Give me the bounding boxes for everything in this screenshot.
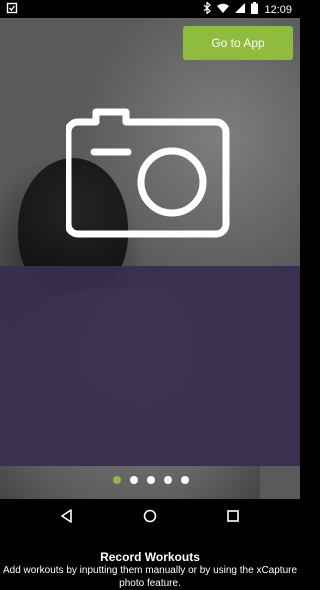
status-bar: 12:09: [0, 0, 300, 18]
status-time: 12:09: [264, 3, 292, 16]
battery-icon: [251, 2, 259, 17]
page-indicator: [113, 476, 189, 484]
page-dot-2[interactable]: [130, 476, 138, 484]
wifi-icon: [217, 3, 230, 16]
page-dot-5[interactable]: [181, 476, 189, 484]
slide-description: Add workouts by inputting them manually …: [0, 564, 300, 590]
clipboard-check-icon: [6, 2, 18, 17]
page-dot-4[interactable]: [164, 476, 172, 484]
go-to-app-button[interactable]: Go to App: [183, 26, 293, 60]
page-dot-3[interactable]: [147, 476, 155, 484]
home-icon[interactable]: [141, 507, 159, 525]
bluetooth-icon: [203, 1, 212, 17]
page-dot-1[interactable]: [113, 476, 121, 484]
camera-icon: [64, 100, 232, 240]
slide-description-line-1: Add workouts by inputting them manually …: [2, 565, 298, 576]
slide-description-line-2: photo feature.: [119, 578, 181, 589]
signal-icon: [235, 3, 246, 16]
slide-title: Record Workouts: [100, 550, 200, 564]
recents-icon[interactable]: [224, 507, 242, 525]
back-icon[interactable]: [58, 507, 76, 525]
navigation-bar: [0, 499, 300, 533]
